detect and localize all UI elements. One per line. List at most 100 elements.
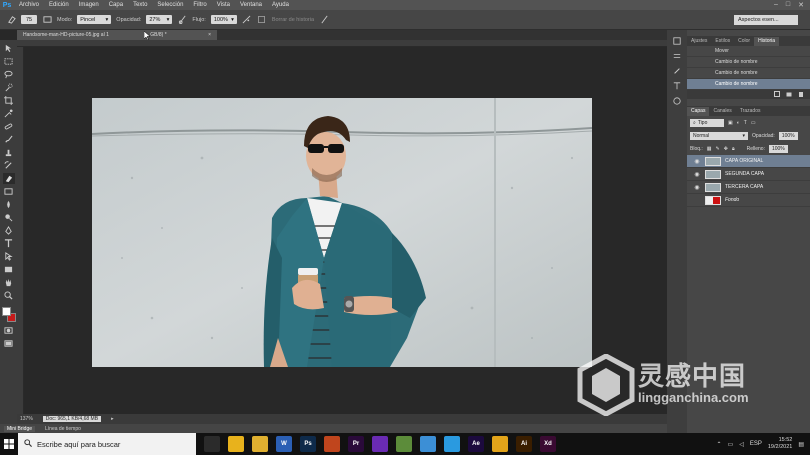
- blur-tool-icon[interactable]: [3, 199, 15, 210]
- tab-canales[interactable]: Canales: [709, 107, 735, 116]
- after-effects-icon[interactable]: Ae: [468, 436, 484, 452]
- filter-adjust-icon[interactable]: ◐: [737, 120, 740, 126]
- layer-filter-select[interactable]: ⌕ Tipo: [690, 118, 724, 127]
- mode-select[interactable]: Pincel ▾: [77, 15, 112, 24]
- quick-selection-tool-icon[interactable]: [3, 82, 15, 93]
- blend-mode-select[interactable]: Normal ▾: [690, 131, 748, 140]
- healing-brush-tool-icon[interactable]: [3, 121, 15, 132]
- status-menu-arrow[interactable]: ▸: [111, 416, 114, 422]
- eye-icon[interactable]: ◉: [693, 158, 701, 165]
- history-item[interactable]: Cambio de nombre: [687, 57, 810, 68]
- dodge-tool-icon[interactable]: [3, 212, 15, 223]
- app-purple-icon[interactable]: [372, 436, 388, 452]
- info-panel-icon[interactable]: [672, 96, 682, 106]
- lock-move-icon[interactable]: ✥: [724, 146, 728, 152]
- edge-icon[interactable]: [444, 436, 460, 452]
- photoshop-icon[interactable]: Ps: [300, 436, 316, 452]
- gradient-tool-icon[interactable]: [3, 186, 15, 197]
- app-green-icon[interactable]: [396, 436, 412, 452]
- zoom-tool-icon[interactable]: [3, 290, 15, 301]
- menu-ventana[interactable]: Ventana: [235, 2, 267, 8]
- lock-paint-icon[interactable]: ✎: [716, 146, 720, 152]
- eraser-tool-icon[interactable]: [2, 173, 15, 184]
- pressure-size-icon[interactable]: [319, 15, 329, 25]
- menu-ayuda[interactable]: Ayuda: [267, 2, 294, 8]
- volume-icon[interactable]: ◁: [739, 441, 744, 448]
- trash-icon[interactable]: [798, 91, 804, 99]
- lock-pixels-icon[interactable]: ▦: [707, 146, 712, 152]
- layer-row[interactable]: ◉ SEGUNDA CAPA: [687, 168, 810, 181]
- properties-panel-icon[interactable]: [672, 51, 682, 61]
- app-blue-icon[interactable]: [420, 436, 436, 452]
- filter-shape-icon[interactable]: ▭: [751, 120, 756, 126]
- workspace-select[interactable]: Aspectos esen...: [734, 15, 798, 25]
- filter-type-icon[interactable]: T: [744, 120, 747, 126]
- premiere-icon[interactable]: Pr: [348, 436, 364, 452]
- clone-stamp-tool-icon[interactable]: [3, 147, 15, 158]
- tab-capas[interactable]: Capas: [687, 107, 710, 116]
- path-selection-tool-icon[interactable]: [3, 251, 15, 262]
- layer-opacity-field[interactable]: 100%: [778, 131, 798, 140]
- marquee-tool-icon[interactable]: [3, 56, 15, 67]
- chevron-up-icon[interactable]: ⌃: [717, 441, 722, 448]
- tab-timeline[interactable]: Línea de tiempo: [45, 426, 81, 432]
- xd-icon[interactable]: Xd: [540, 436, 556, 452]
- foreground-color-swatch[interactable]: [1, 307, 11, 316]
- menu-archivo[interactable]: Archivo: [14, 2, 44, 8]
- network-icon[interactable]: ▭: [728, 441, 734, 448]
- character-panel-icon[interactable]: [672, 81, 682, 91]
- menu-edicion[interactable]: Edición: [44, 2, 74, 8]
- task-view-icon[interactable]: [204, 436, 220, 452]
- camera-icon[interactable]: [786, 91, 792, 99]
- eye-icon[interactable]: ◉: [693, 184, 701, 191]
- new-snapshot-icon[interactable]: [774, 90, 780, 99]
- illustrator-icon[interactable]: Ai: [516, 436, 532, 452]
- windows-start-button[interactable]: [0, 433, 18, 455]
- crop-tool-icon[interactable]: [3, 95, 15, 106]
- history-item[interactable]: Mover: [687, 46, 810, 57]
- type-tool-icon[interactable]: [3, 238, 15, 249]
- move-tool-icon[interactable]: [3, 43, 15, 54]
- pressure-opacity-icon[interactable]: [177, 15, 187, 25]
- menu-filtro[interactable]: Filtro: [188, 2, 211, 8]
- airbrush-icon[interactable]: [242, 15, 252, 25]
- flow-field[interactable]: 100% ▾: [210, 15, 237, 24]
- lock-all-icon[interactable]: 🔒︎: [732, 146, 735, 152]
- folder-icon[interactable]: [252, 436, 268, 452]
- document-canvas-image[interactable]: [92, 98, 592, 367]
- opacity-field[interactable]: 27% ▾: [146, 15, 173, 24]
- shape-tool-icon[interactable]: [3, 264, 15, 275]
- brush-presets-panel-icon[interactable]: [672, 66, 682, 76]
- tab-color[interactable]: Color: [734, 37, 754, 46]
- menu-seleccion[interactable]: Selección: [152, 2, 188, 8]
- layer-row[interactable]: Fondo: [687, 194, 810, 207]
- menu-imagen[interactable]: Imagen: [74, 2, 104, 8]
- history-panel-icon[interactable]: [672, 36, 682, 46]
- history-item[interactable]: Cambio de nombre: [687, 68, 810, 79]
- tab-historia[interactable]: Historia: [754, 37, 780, 46]
- menu-capa[interactable]: Capa: [104, 2, 128, 8]
- chrome-icon[interactable]: [228, 436, 244, 452]
- minimize-button[interactable]: –: [774, 1, 778, 9]
- quick-mask-icon[interactable]: [3, 325, 15, 336]
- tab-trazados[interactable]: Trazados: [736, 107, 765, 116]
- maximize-button[interactable]: □: [786, 1, 790, 9]
- color-swatches[interactable]: [1, 307, 16, 323]
- app-yellow-icon[interactable]: [492, 436, 508, 452]
- taskbar-search-box[interactable]: Escribe aquí para buscar: [18, 433, 196, 455]
- fill-field[interactable]: 100%: [768, 144, 788, 153]
- brush-panel-icon[interactable]: [42, 15, 52, 25]
- pen-tool-icon[interactable]: [3, 225, 15, 236]
- tab-mini-bridge[interactable]: Mini Bridge: [4, 425, 36, 432]
- eraser-tool-preset-icon[interactable]: [6, 15, 16, 25]
- zoom-level[interactable]: 137%: [20, 416, 33, 422]
- hand-tool-icon[interactable]: [3, 277, 15, 288]
- erase-history-checkbox[interactable]: [257, 15, 267, 25]
- language-indicator[interactable]: ESP: [750, 441, 762, 447]
- brush-size-picker[interactable]: 75: [21, 15, 37, 24]
- notifications-icon[interactable]: ▤: [798, 441, 804, 448]
- layer-row[interactable]: ◉ TERCERA CAPA: [687, 181, 810, 194]
- document-tab[interactable]: Handsome-man-HD-picture-05.jpg al 1 GB/8…: [17, 30, 217, 40]
- tab-ajustes[interactable]: Ajustes: [687, 37, 711, 46]
- word-icon[interactable]: W: [276, 436, 292, 452]
